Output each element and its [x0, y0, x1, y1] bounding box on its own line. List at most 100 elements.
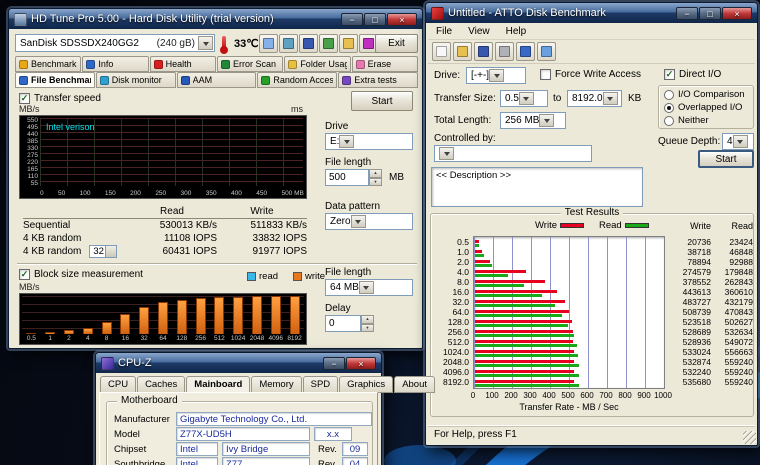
data-pattern-select[interactable]: Zero	[325, 213, 413, 230]
start-button[interactable]: Start	[698, 150, 754, 168]
total-length-select[interactable]: 256 MB	[500, 112, 566, 129]
context-help-button[interactable]	[537, 42, 556, 61]
tab-graphics[interactable]: Graphics	[339, 376, 393, 393]
status-text: For Help, press F1	[434, 429, 517, 440]
io-comparison-radio[interactable]: I/O Comparison	[664, 89, 745, 100]
minimize-button[interactable]	[341, 13, 363, 26]
grid-line	[664, 237, 665, 388]
tab-benchmark[interactable]: Benchmark	[15, 56, 81, 72]
delay-spinner[interactable]: 0	[325, 315, 374, 332]
bar-column: 32	[135, 296, 154, 343]
transfer-speed-checkbox[interactable]: Transfer speed	[19, 93, 101, 104]
tab-health[interactable]: Health	[150, 56, 216, 72]
tab-memory[interactable]: Memory	[251, 376, 301, 393]
checkbox-checked-icon	[664, 69, 675, 80]
close-button[interactable]	[346, 357, 376, 370]
transfer-speed-graph: 55049544038533027522016511055 Intel veri…	[19, 115, 307, 199]
maximize-button[interactable]	[699, 7, 721, 20]
tab-erase[interactable]: Erase	[352, 56, 418, 72]
menu-help[interactable]: Help	[498, 25, 535, 38]
write-bar	[252, 296, 262, 334]
tab-aam[interactable]: AAM	[177, 72, 257, 88]
read-value: 11108 IOPS	[127, 233, 217, 244]
controlled-by-label: Controlled by:	[434, 133, 496, 144]
spinner-buttons[interactable]	[361, 315, 374, 332]
queue-depth-spinner[interactable]: 32	[89, 245, 117, 258]
minimize-button[interactable]	[323, 357, 345, 370]
read-value: 530013 KB/s	[127, 220, 217, 231]
write-value: 533024	[667, 347, 711, 357]
cpuz-titlebar[interactable]: CPU-Z	[96, 353, 381, 373]
tab-caches[interactable]: Caches	[137, 376, 185, 393]
menu-file[interactable]: File	[428, 25, 460, 38]
maximize-button[interactable]	[364, 13, 386, 26]
tab-about[interactable]: About	[394, 376, 435, 393]
print-button[interactable]	[495, 42, 514, 61]
spin-up-icon[interactable]	[369, 169, 382, 178]
block-file-length-select[interactable]: 64 MB	[325, 279, 413, 296]
chart-button[interactable]	[319, 34, 338, 53]
tab-folder-usage[interactable]: Folder Usage	[284, 56, 350, 72]
block-size-checkbox[interactable]: Block size measurement	[19, 269, 143, 280]
help-icon	[520, 46, 531, 57]
transfer-size-from-select[interactable]: 0.5	[500, 90, 548, 107]
tab-spd[interactable]: SPD	[303, 376, 339, 393]
spinner-buttons[interactable]	[369, 169, 382, 186]
overlapped-io-radio[interactable]: Overlapped I/O	[664, 102, 742, 113]
write-bar	[475, 240, 479, 243]
hdtune-tab-row-2: File Benchmark Disk monitorAAMRandom Acce…	[15, 72, 418, 88]
write-value: 528689	[667, 327, 711, 337]
read-column-header: Read	[127, 206, 217, 217]
open-folder-button[interactable]	[453, 42, 472, 61]
tab-file-benchmark[interactable]: File Benchmark	[15, 72, 95, 88]
menu-view[interactable]: View	[460, 25, 498, 38]
tab-random-access[interactable]: Random Access	[257, 72, 337, 88]
close-button[interactable]	[722, 7, 752, 20]
rev-label: Rev.	[318, 444, 337, 455]
minimize-button[interactable]	[676, 7, 698, 20]
help-button[interactable]	[516, 42, 535, 61]
tab-label: File Benchmark	[31, 75, 91, 85]
description-box[interactable]: << Description >>	[431, 167, 643, 207]
file-length-spinner[interactable]: 500	[325, 169, 382, 186]
tab-disk-monitor[interactable]: Disk monitor	[96, 72, 176, 88]
spin-down-icon[interactable]	[361, 324, 374, 333]
atto-titlebar[interactable]: Untitled - ATTO Disk Benchmark	[426, 3, 757, 23]
spin-up-icon[interactable]	[361, 315, 374, 324]
neither-radio[interactable]: Neither	[664, 115, 709, 126]
camera-button[interactable]	[279, 34, 298, 53]
drive-select[interactable]: [-+-]	[466, 67, 526, 84]
target-drive-select[interactable]: E:	[325, 133, 413, 150]
close-button[interactable]	[387, 13, 417, 26]
tab-cpu[interactable]: CPU	[100, 376, 136, 393]
table-row: Sequential530013 KB/s511833 KB/s	[23, 219, 307, 232]
tab-error-scan[interactable]: Error Scan	[217, 56, 283, 72]
direct-io-checkbox[interactable]: Direct I/O	[664, 69, 721, 80]
force-write-access-checkbox[interactable]: Force Write Access	[540, 69, 641, 80]
hdtune-titlebar[interactable]: HD Tune Pro 5.00 - Hard Disk Utility (tr…	[9, 9, 422, 29]
download-icon	[363, 38, 374, 49]
save-button[interactable]	[299, 34, 318, 53]
queue-depth-select[interactable]: 4	[722, 133, 754, 150]
bar-column: 1	[41, 296, 60, 343]
read-value: 532634	[715, 327, 753, 337]
controlled-by-select[interactable]	[434, 145, 592, 162]
new-file-button[interactable]	[432, 42, 451, 61]
start-button[interactable]: Start	[351, 91, 413, 111]
chart-row	[474, 298, 664, 308]
tab-extra-tests[interactable]: Extra tests	[338, 72, 418, 88]
save-button[interactable]	[474, 42, 493, 61]
read-bar	[475, 304, 555, 307]
tab-info[interactable]: Info	[82, 56, 148, 72]
spin-down-icon[interactable]	[369, 178, 382, 187]
tab-mainboard[interactable]: Mainboard	[186, 376, 250, 393]
tab-label: Folder Usage	[300, 59, 346, 69]
folder-button[interactable]	[339, 34, 358, 53]
x-axis-label: 0.5	[27, 334, 36, 343]
drive-select[interactable]: SanDisk SDSSDX240GG2 (240 gB)	[15, 34, 215, 52]
write-value: 78894	[667, 257, 711, 267]
resize-grip[interactable]	[743, 431, 756, 444]
transfer-size-to-select[interactable]: 8192.0	[567, 90, 622, 107]
exit-button[interactable]: Exit	[375, 34, 418, 53]
copy-button[interactable]	[259, 34, 278, 53]
